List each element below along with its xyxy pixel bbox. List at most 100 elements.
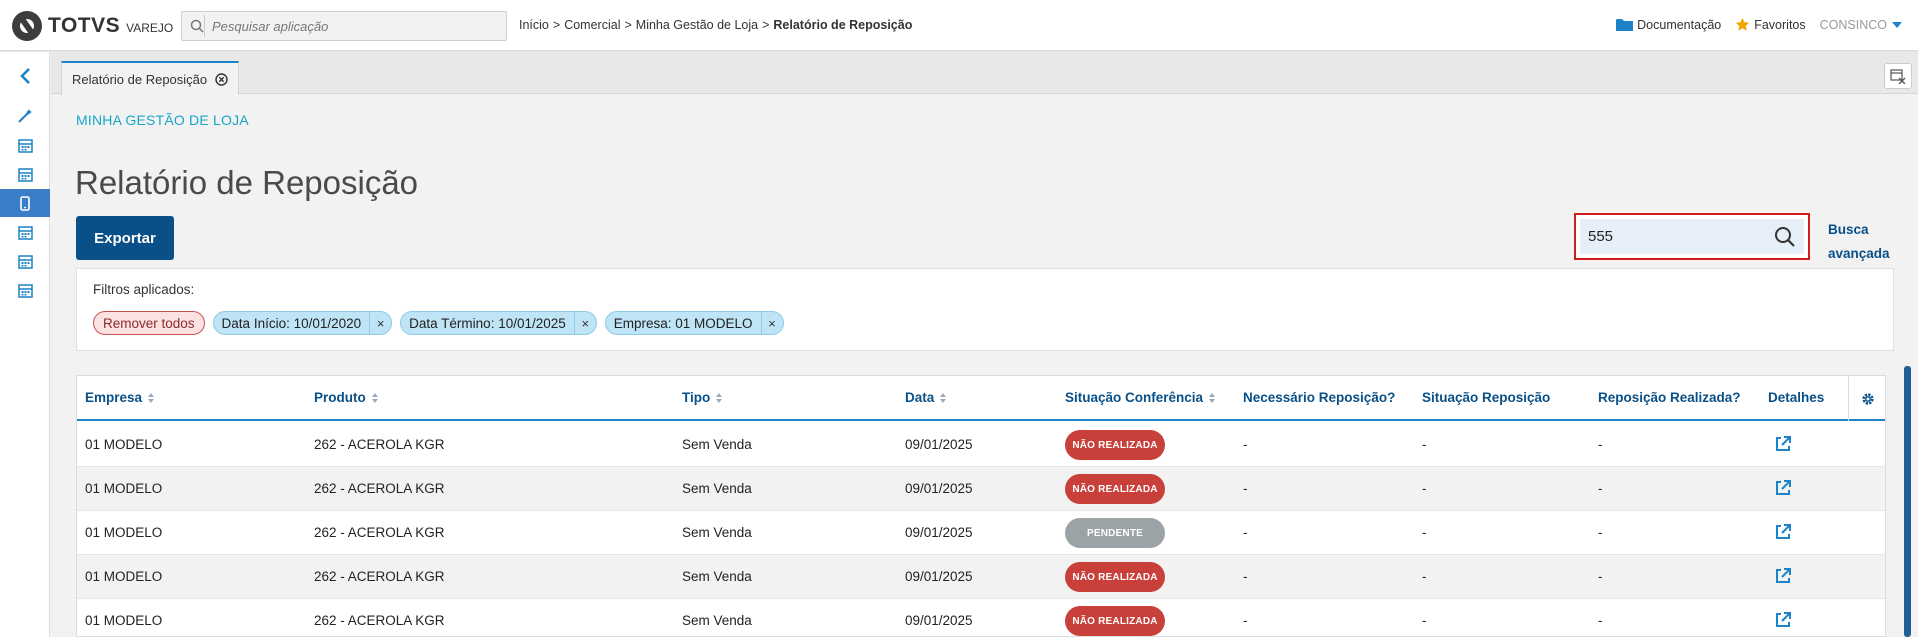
page-title: Relatório de Reposição (75, 164, 419, 201)
status-badge: NÃO REALIZADA (1065, 562, 1165, 592)
external-link-icon (1776, 524, 1791, 539)
advanced-search-link[interactable]: Busca avançada (1828, 218, 1908, 266)
column-header-situacao-conferencia[interactable]: Situação Conferência (1065, 390, 1216, 405)
cell-empresa: 01 MODELO (85, 481, 163, 496)
top-bar: TOTVS VAREJO Início > Comercial > Minha … (0, 0, 1918, 51)
open-details-link[interactable] (1774, 611, 1792, 634)
external-link-icon (1776, 612, 1791, 627)
documentation-link[interactable]: Documentação (1616, 18, 1721, 32)
breadcrumb-separator: > (552, 18, 561, 32)
filter-chip-label: Data Término: 10/01/2025 (409, 315, 566, 331)
cell-produto: 262 - ACEROLA KGR (314, 437, 445, 452)
open-details-link[interactable] (1774, 435, 1792, 458)
favorites-label: Favoritos (1754, 17, 1806, 32)
column-header-necessario-reposicao[interactable]: Necessário Reposição? (1243, 390, 1395, 405)
close-icon[interactable]: × (760, 312, 783, 334)
cell-situacao-reposicao: - (1422, 481, 1427, 496)
open-details-link[interactable] (1774, 567, 1792, 590)
cell-tipo: Sem Venda (682, 525, 752, 540)
cell-situacao-reposicao: - (1422, 569, 1427, 584)
filter-chip-label: Empresa: 01 MODELO (613, 315, 753, 331)
cell-data: 09/01/2025 (905, 613, 973, 628)
column-header-detalhes: Detalhes (1768, 390, 1824, 405)
close-tabs-button[interactable] (1884, 63, 1912, 89)
window-close-icon (1890, 69, 1906, 84)
external-link-icon (1776, 568, 1791, 583)
cell-data: 09/01/2025 (905, 569, 973, 584)
table-row[interactable]: 01 MODELO 262 - ACEROLA KGR Sem Venda 09/01… (77, 423, 1885, 467)
search-icon[interactable] (1774, 226, 1796, 248)
user-menu[interactable]: CONSINCO (1820, 18, 1902, 32)
column-header-empresa[interactable]: Empresa (85, 390, 155, 405)
cell-empresa: 01 MODELO (85, 437, 163, 452)
sidebar-item-calendar-5[interactable] (0, 276, 50, 304)
sidebar-item-calendar-1[interactable] (0, 131, 50, 159)
cell-situacao-reposicao: - (1422, 525, 1427, 540)
report-search-input[interactable] (1588, 219, 1768, 254)
breadcrumb: Início > Comercial > Minha Gestão de Loj… (519, 18, 912, 32)
top-right-menu: Documentação Favoritos CONSINCO (1602, 17, 1902, 32)
table-row[interactable]: 01 MODELO 262 - ACEROLA KGR Sem Venda 09/01… (77, 467, 1885, 511)
sidebar-item-calendar-3[interactable] (0, 218, 50, 246)
external-link-icon (1776, 436, 1791, 451)
column-header-reposicao-realizada[interactable]: Reposição Realizada? (1598, 390, 1741, 405)
filter-chip-data-termino: Data Término: 10/01/2025 × (400, 311, 597, 335)
remove-all-filters-button[interactable]: Remover todos (93, 311, 205, 335)
sidebar-item-mobile[interactable] (0, 189, 50, 217)
cell-produto: 262 - ACEROLA KGR (314, 525, 445, 540)
column-header-label: Reposição Realizada? (1598, 390, 1741, 405)
section-label[interactable]: MINHA GESTÃO DE LOJA (76, 112, 249, 128)
breadcrumb-separator: > (762, 18, 770, 32)
logo-mark-icon (12, 11, 42, 41)
applied-filters-panel: Filtros aplicados: Remover todos Data In… (76, 268, 1894, 351)
cell-tipo: Sem Venda (682, 437, 752, 452)
close-icon[interactable]: × (573, 312, 596, 334)
app-search-input[interactable] (212, 12, 502, 40)
breadcrumb-current: Relatório de Reposição (773, 18, 913, 32)
column-header-data[interactable]: Data (905, 390, 947, 405)
cell-produto: 262 - ACEROLA KGR (314, 569, 445, 584)
favorites-link[interactable]: Favoritos (1735, 17, 1806, 32)
folder-icon (1616, 18, 1634, 31)
logo-subtitle: VAREJO (126, 20, 174, 35)
collapse-sidebar-button[interactable] (0, 62, 50, 90)
open-details-link[interactable] (1774, 479, 1792, 502)
column-header-label: Data (905, 390, 935, 405)
column-header-produto[interactable]: Produto (314, 390, 378, 405)
left-sidebar (0, 52, 50, 637)
open-details-link[interactable] (1774, 523, 1792, 546)
cell-empresa: 01 MODELO (85, 613, 163, 628)
star-icon (1736, 17, 1750, 31)
column-header-label: Produto (314, 390, 366, 405)
cell-empresa: 01 MODELO (85, 569, 163, 584)
export-button[interactable]: Exportar (76, 216, 174, 260)
calendar-icon (17, 254, 33, 269)
table-row[interactable]: 01 MODELO 262 - ACEROLA KGR Sem Venda 09/01… (77, 555, 1885, 599)
logo-text: TOTVS (48, 14, 121, 37)
sidebar-item-calendar-4[interactable] (0, 247, 50, 275)
breadcrumb-gestao-loja[interactable]: Minha Gestão de Loja (636, 18, 758, 32)
column-header-tipo[interactable]: Tipo (682, 390, 723, 405)
close-circle-icon[interactable] (215, 72, 228, 86)
tab-label: Relatório de Reposição (72, 71, 208, 87)
totvs-logo[interactable]: TOTVS VAREJO (12, 11, 173, 41)
breadcrumb-comercial[interactable]: Comercial (564, 18, 620, 32)
column-header-label: Detalhes (1768, 390, 1825, 405)
sidebar-item-calendar-2[interactable] (0, 160, 50, 188)
close-icon[interactable]: × (369, 312, 391, 334)
table-row[interactable]: 01 MODELO 262 - ACEROLA KGR Sem Venda 09/01… (77, 511, 1885, 555)
vertical-scrollbar[interactable] (1904, 366, 1911, 637)
status-badge: NÃO REALIZADA (1065, 430, 1165, 460)
cell-tipo: Sem Venda (682, 613, 752, 628)
column-header-label: Situação Reposição (1422, 390, 1551, 405)
table-row[interactable]: 01 MODELO 262 - ACEROLA KGR Sem Venda 09/01… (77, 599, 1885, 636)
cell-data: 09/01/2025 (905, 525, 973, 540)
breadcrumb-inicio[interactable]: Início (519, 18, 549, 32)
cell-reposicao-realizada: - (1598, 437, 1603, 452)
sidebar-item-wand[interactable] (0, 102, 50, 130)
tab-relatorio-reposicao[interactable]: Relatório de Reposição (61, 61, 240, 95)
chevron-left-icon (20, 68, 30, 84)
sort-icon (940, 392, 947, 403)
column-header-situacao-reposicao[interactable]: Situação Reposição (1422, 390, 1550, 405)
table-settings-button[interactable] (1848, 376, 1885, 421)
